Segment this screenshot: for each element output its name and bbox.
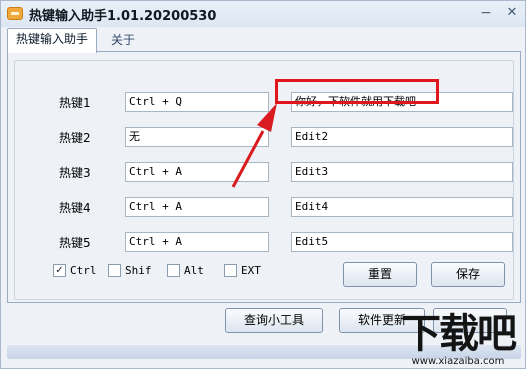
text-field[interactable]: Edit4 — [291, 197, 513, 217]
ext-label: EXT — [241, 264, 261, 277]
watermark-logo: 下载吧 www.xiazaiba.com — [389, 310, 526, 369]
text-field[interactable]: Edit2 — [291, 127, 513, 147]
hotkey-field[interactable]: Ctrl + A — [125, 197, 269, 217]
window-title: 热键输入助手1.01.20200530 — [29, 9, 217, 24]
hotkey-label: 热键5 — [59, 236, 91, 250]
text-field[interactable]: Edit3 — [291, 162, 513, 182]
tab-strip: 热键输入助手 关于 — [7, 28, 521, 53]
watermark-url: www.xiazaiba.com — [411, 356, 505, 367]
checkmark-icon: ✓ — [53, 264, 66, 277]
reset-button[interactable]: 重置 — [343, 262, 417, 287]
alt-label: Alt — [184, 264, 204, 277]
hotkey-label: 热键1 — [59, 96, 91, 110]
hotkey-field[interactable]: Ctrl + Q — [125, 92, 269, 112]
minimize-icon[interactable]: − — [475, 4, 497, 22]
app-window: 热键输入助手1.01.20200530 − ✕ 热键输入助手 关于 热键1 Ct… — [0, 0, 526, 369]
text-field[interactable]: 你好，下软件就用下载吧 — [291, 92, 513, 112]
title-bar[interactable]: 热键输入助手1.01.20200530 − ✕ — [1, 1, 525, 27]
ctrl-label: Ctrl — [70, 264, 97, 277]
hotkey-label: 热键4 — [59, 201, 91, 215]
tab-hotkey-assistant[interactable]: 热键输入助手 — [7, 28, 98, 53]
shift-label: Shif — [125, 264, 152, 277]
query-tools-button[interactable]: 查询小工具 — [225, 308, 323, 333]
text-field[interactable]: Edit5 — [291, 232, 513, 252]
app-keyboard-icon — [7, 7, 23, 20]
close-icon[interactable]: ✕ — [501, 4, 523, 22]
hotkey-field[interactable]: Ctrl + A — [125, 232, 269, 252]
tab-about[interactable]: 关于 — [103, 30, 143, 52]
hotkey-field[interactable]: Ctrl + A — [125, 162, 269, 182]
save-button[interactable]: 保存 — [431, 262, 505, 287]
watermark-title: 下载吧 — [401, 311, 517, 357]
hotkey-label: 热键3 — [59, 166, 91, 180]
hotkey-label: 热键2 — [59, 131, 91, 145]
hotkey-field[interactable]: 无 — [125, 127, 269, 147]
